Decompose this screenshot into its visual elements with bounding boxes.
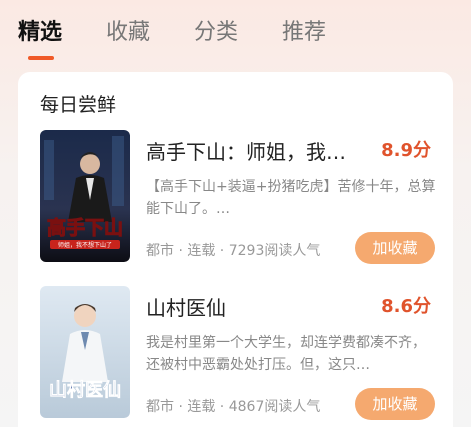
book-item-gaoshou[interactable]: 高手下山 师姐，我不想下山了 高手下山：师姐，我… 8.9分 【高手下山+装逼+… bbox=[18, 128, 453, 268]
book-genre: 都市 bbox=[146, 243, 174, 259]
cover-title-text: 山村医仙 bbox=[49, 379, 121, 401]
book-meta: 都市连载4867阅读人气 bbox=[146, 396, 320, 416]
daily-picks-card: 每日尝鲜 高手下山 师姐，我不想下山了 高手下山：师姐，我… 8.9分 【高手下… bbox=[18, 72, 453, 427]
book-readers: 7293阅读人气 bbox=[215, 243, 320, 259]
tab-favorites[interactable]: 收藏 bbox=[106, 18, 150, 54]
top-tab-bar: 精选 收藏 分类 推荐 bbox=[0, 0, 471, 66]
add-to-favorites-button[interactable]: 加收藏 bbox=[355, 388, 435, 420]
book-title[interactable]: 山村医仙 bbox=[146, 292, 376, 321]
book-title[interactable]: 高手下山：师姐，我… bbox=[146, 136, 376, 165]
section-title: 每日尝鲜 bbox=[40, 94, 117, 116]
book-status: 连载 bbox=[174, 243, 215, 259]
book-description: 我是村里第一个大学生，却连学费都凑不齐，还被村中恶霸处处打压。但，这只… bbox=[146, 335, 426, 373]
tab-recommend[interactable]: 推荐 bbox=[282, 18, 326, 54]
book-cover[interactable]: 高手下山 师姐，我不想下山了 bbox=[40, 130, 130, 262]
add-to-favorites-button[interactable]: 加收藏 bbox=[355, 232, 435, 264]
cover-title-text: 高手下山 bbox=[47, 216, 123, 239]
book-readers: 4867阅读人气 bbox=[215, 399, 320, 415]
cover-subtitle-text: 师姐，我不想下山了 bbox=[58, 241, 112, 249]
book-item-shancun[interactable]: 山村医仙 山村医仙 8.6分 我是村里第一个大学生，却连学费都凑不齐，还被村中恶… bbox=[18, 284, 453, 424]
tab-categories[interactable]: 分类 bbox=[194, 18, 238, 54]
book-score: 8.9分 bbox=[381, 140, 431, 161]
book-score: 8.6分 bbox=[381, 296, 431, 317]
book-description: 【高手下山+装逼+扮猪吃虎】苦修十年，总算能下山了。… bbox=[146, 179, 436, 217]
book-status: 连载 bbox=[174, 399, 215, 415]
book-genre: 都市 bbox=[146, 399, 174, 415]
book-cover[interactable]: 山村医仙 bbox=[40, 286, 130, 418]
book-meta: 都市连载7293阅读人气 bbox=[146, 240, 320, 260]
tab-featured[interactable]: 精选 bbox=[18, 18, 62, 60]
